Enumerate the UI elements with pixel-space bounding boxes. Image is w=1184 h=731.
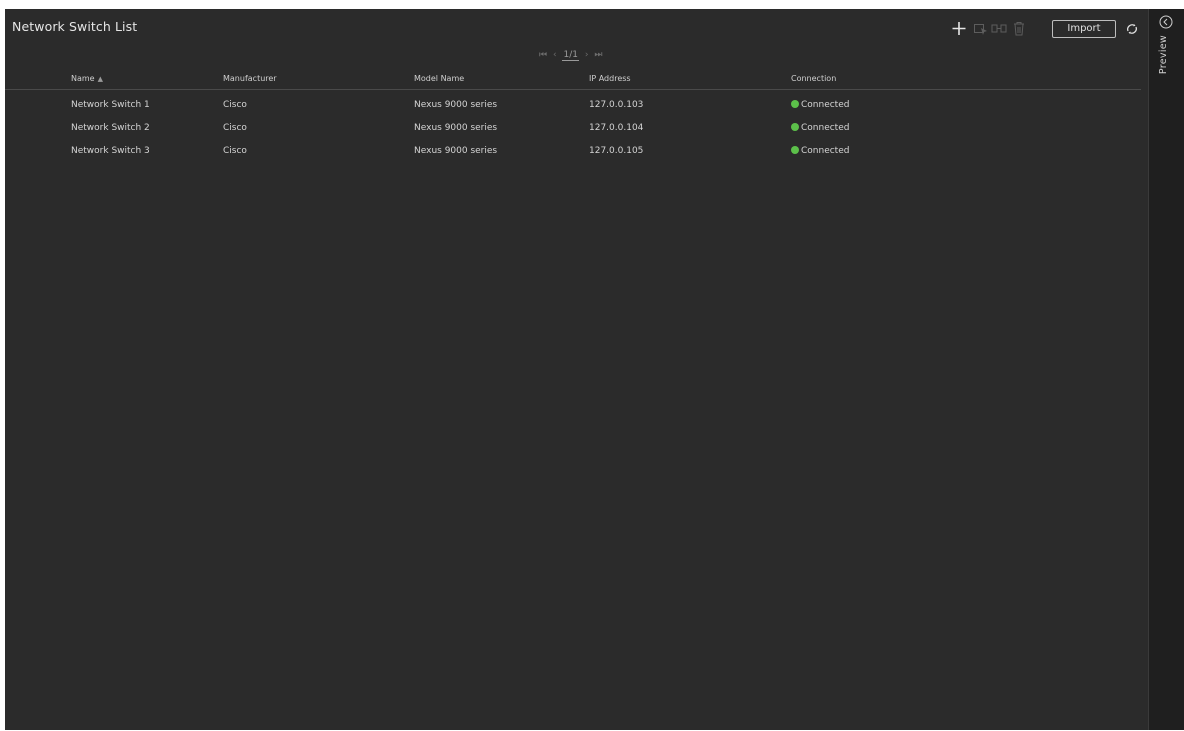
chevron-left-circle-icon[interactable]	[1159, 14, 1173, 29]
page-title: Network Switch List	[12, 19, 138, 34]
column-header-name[interactable]: Name ▲	[71, 74, 103, 83]
cell-connection: Connected	[791, 146, 849, 156]
sort-asc-icon: ▲	[97, 75, 103, 83]
cell-ip: 127.0.0.105	[589, 146, 644, 156]
trash-icon[interactable]	[1011, 19, 1027, 39]
cell-ip: 127.0.0.103	[589, 100, 644, 110]
cell-manufacturer: Cisco	[223, 100, 247, 110]
refresh-icon[interactable]	[1124, 19, 1140, 39]
status-text: Connected	[801, 146, 850, 156]
column-header-manufacturer[interactable]: Manufacturer	[223, 74, 277, 83]
cell-name: Network Switch 3	[71, 146, 150, 156]
first-page-icon[interactable]: ⏮	[539, 50, 547, 60]
column-header-model-name[interactable]: Model Name	[414, 74, 464, 83]
table-row[interactable]: Network Switch 2 Cisco Nexus 9000 series…	[5, 118, 1141, 141]
page-indicator: 1/1	[562, 50, 579, 61]
main-panel: Network Switch List Import ⏮ ‹ 1/1 › ⏭ N…	[5, 9, 1148, 730]
link-icon[interactable]	[991, 19, 1007, 39]
status-dot-icon	[791, 146, 799, 154]
column-header-ip-address[interactable]: IP Address	[589, 74, 631, 83]
import-button[interactable]: Import	[1052, 20, 1116, 38]
table-row[interactable]: Network Switch 3 Cisco Nexus 9000 series…	[5, 141, 1141, 164]
preview-side-panel: Preview	[1148, 9, 1184, 730]
prev-page-icon[interactable]: ‹	[553, 50, 557, 60]
status-text: Connected	[801, 100, 850, 110]
status-dot-icon	[791, 123, 799, 131]
cell-model: Nexus 9000 series	[414, 100, 498, 110]
table-header: Name ▲ Manufacturer Model Name IP Address…	[5, 71, 1141, 90]
plus-icon[interactable]	[951, 19, 967, 39]
status-text: Connected	[801, 123, 850, 133]
cell-connection: Connected	[791, 123, 849, 133]
cell-name: Network Switch 2	[71, 123, 150, 133]
table-row[interactable]: Network Switch 1 Cisco Nexus 9000 series…	[5, 95, 1141, 118]
preview-tab[interactable]: Preview	[1158, 35, 1169, 74]
cell-name: Network Switch 1	[71, 100, 150, 110]
last-page-icon[interactable]: ⏭	[594, 50, 602, 60]
pagination: ⏮ ‹ 1/1 › ⏭	[539, 50, 602, 61]
cell-manufacturer: Cisco	[223, 123, 247, 133]
cell-model: Nexus 9000 series	[414, 123, 498, 133]
cell-model: Nexus 9000 series	[414, 146, 498, 156]
cell-connection: Connected	[791, 100, 849, 110]
status-dot-icon	[791, 100, 799, 108]
select-cursor-icon[interactable]	[973, 19, 989, 39]
column-header-connection[interactable]: Connection	[791, 74, 836, 83]
app-window: Network Switch List Import ⏮ ‹ 1/1 › ⏭ N…	[5, 9, 1184, 730]
cell-manufacturer: Cisco	[223, 146, 247, 156]
next-page-icon[interactable]: ›	[585, 50, 589, 60]
cell-ip: 127.0.0.104	[589, 123, 644, 133]
